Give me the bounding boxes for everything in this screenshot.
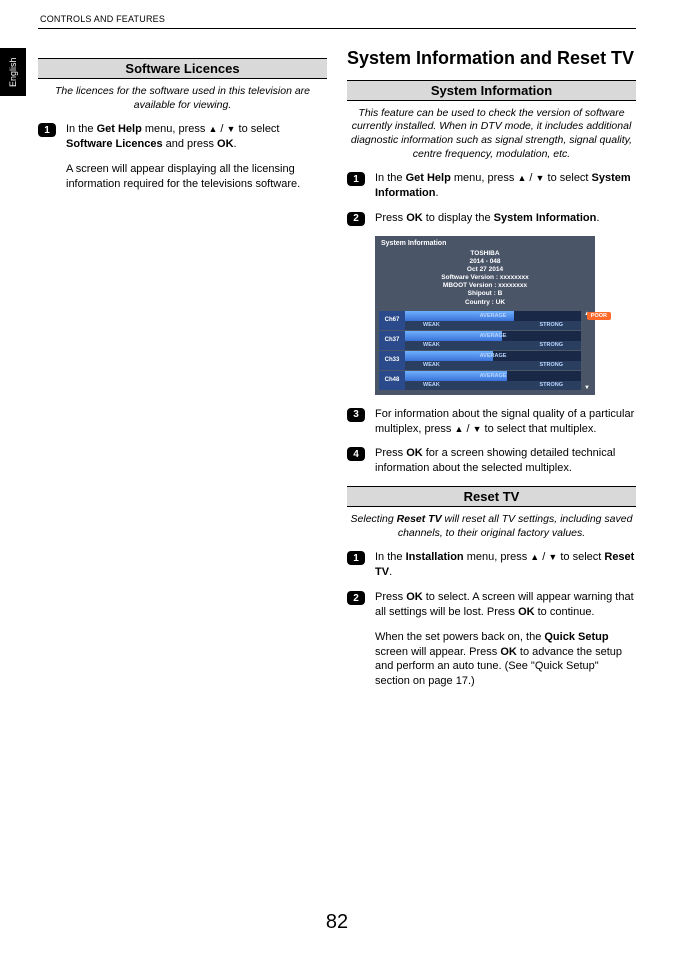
up-arrow-icon: ▲ <box>530 551 539 563</box>
channel-label: Ch33 <box>379 351 405 370</box>
weak-label: WEAK <box>423 342 440 348</box>
language-tab: English <box>0 48 26 96</box>
section-header: CONTROLS AND FEATURES <box>40 14 165 24</box>
system-information-heading: System Information <box>347 80 636 101</box>
signal-scale: WEAK STRONG <box>405 321 581 330</box>
signal-bar: AVERAGE <box>405 371 581 381</box>
weak-label: WEAK <box>423 322 440 328</box>
sysinfo-channel-row: Ch48 AVERAGE WEAK STRONG <box>379 371 581 390</box>
sysinfo-scroll-arrows: ▲ ▼ <box>583 311 591 391</box>
sysinfo-rows: Ch67AVERAGEPOORWEAKSTRONGCh37AVERAGEWEAK… <box>379 311 581 391</box>
sysinfo-step-3: 3 For information about the signal quali… <box>347 407 636 437</box>
signal-scale: WEAK STRONG <box>405 341 581 350</box>
step-badge: 2 <box>347 212 365 226</box>
sysinfo-step-4: 4 Press OK for a screen showing detailed… <box>347 446 636 476</box>
weak-label: WEAK <box>423 362 440 368</box>
reset-post-text: When the set powers back on, the Quick S… <box>375 630 636 689</box>
sysinfo-channel-row: Ch37 AVERAGE WEAK STRONG <box>379 331 581 350</box>
channel-label: Ch48 <box>379 371 405 390</box>
average-label: AVERAGE <box>480 333 507 339</box>
sysinfo-channel-row: Ch33 AVERAGE WEAK STRONG <box>379 351 581 370</box>
sysinfo-rows-wrap: Ch67AVERAGEPOORWEAKSTRONGCh37AVERAGEWEAK… <box>379 311 591 391</box>
software-licences-heading: Software Licences <box>38 58 327 79</box>
step-badge: 3 <box>347 408 365 422</box>
step-text: Press OK to display the System Informati… <box>375 211 636 226</box>
sysinfo-step-2: 2 Press OK to display the System Informa… <box>347 211 636 226</box>
strong-label: STRONG <box>539 382 563 388</box>
sysinfo-channel-row: Ch67AVERAGEPOORWEAK STRONG <box>379 311 581 330</box>
poor-badge: POOR <box>587 312 611 320</box>
average-label: AVERAGE <box>480 353 507 359</box>
system-info-screenshot: System Information TOSHIBA 2014 - 048 Oc… <box>375 236 595 395</box>
strong-label: STRONG <box>539 322 563 328</box>
step-text: Press OK to select. A screen will appear… <box>375 590 636 620</box>
channel-body: AVERAGE WEAK STRONG <box>405 331 581 350</box>
sysinfo-meta: TOSHIBA 2014 - 048 Oct 27 2014 Software … <box>379 250 591 307</box>
average-label: AVERAGE <box>480 313 507 319</box>
step-badge: 1 <box>38 123 56 137</box>
step-text: For information about the signal quality… <box>375 407 636 437</box>
header-rule <box>38 28 636 29</box>
step-text: Press OK for a screen showing detailed t… <box>375 446 636 476</box>
step-text: In the Get Help menu, press ▲ / ▼ to sel… <box>66 122 327 152</box>
right-column: System Information and Reset TV System I… <box>347 48 636 699</box>
signal-bar: AVERAGEPOOR <box>405 311 581 321</box>
page-content: Software Licences The licences for the s… <box>38 48 636 699</box>
signal-scale: WEAK STRONG <box>405 381 581 390</box>
reset-tv-intro: Selecting Reset TV will reset all TV set… <box>347 513 636 540</box>
channel-body: AVERAGE WEAK STRONG <box>405 351 581 370</box>
software-licences-post-text: A screen will appear displaying all the … <box>66 162 327 192</box>
step-badge: 4 <box>347 447 365 461</box>
sysinfo-step-1: 1 In the Get Help menu, press ▲ / ▼ to s… <box>347 171 636 201</box>
system-information-intro: This feature can be used to check the ve… <box>347 107 636 162</box>
step-badge: 1 <box>347 172 365 186</box>
signal-bar: AVERAGE <box>405 331 581 341</box>
channel-label: Ch37 <box>379 331 405 350</box>
average-label: AVERAGE <box>480 373 507 379</box>
step-badge: 2 <box>347 591 365 605</box>
reset-tv-heading: Reset TV <box>347 486 636 507</box>
channel-body: AVERAGE WEAK STRONG <box>405 371 581 390</box>
step-text: In the Get Help menu, press ▲ / ▼ to sel… <box>375 171 636 201</box>
strong-label: STRONG <box>539 342 563 348</box>
signal-scale: WEAK STRONG <box>405 361 581 370</box>
left-column: Software Licences The licences for the s… <box>38 48 327 699</box>
step-badge: 1 <box>347 551 365 565</box>
sysinfo-box-title: System Information <box>379 240 591 247</box>
software-licences-step-1: 1 In the Get Help menu, press ▲ / ▼ to s… <box>38 122 327 152</box>
reset-step-2: 2 Press OK to select. A screen will appe… <box>347 590 636 620</box>
page-number: 82 <box>0 911 674 934</box>
channel-label: Ch67 <box>379 311 405 330</box>
down-arrow-icon: ▼ <box>548 551 557 563</box>
software-licences-intro: The licences for the software used in th… <box>38 85 327 112</box>
down-arrow-icon: ▼ <box>473 423 482 435</box>
signal-bar: AVERAGE <box>405 351 581 361</box>
main-title: System Information and Reset TV <box>347 48 636 70</box>
strong-label: STRONG <box>539 362 563 368</box>
down-arrow-icon: ▼ <box>584 385 590 391</box>
step-text: In the Installation menu, press ▲ / ▼ to… <box>375 550 636 580</box>
reset-step-1: 1 In the Installation menu, press ▲ / ▼ … <box>347 550 636 580</box>
weak-label: WEAK <box>423 382 440 388</box>
channel-body: AVERAGEPOORWEAK STRONG <box>405 311 581 330</box>
